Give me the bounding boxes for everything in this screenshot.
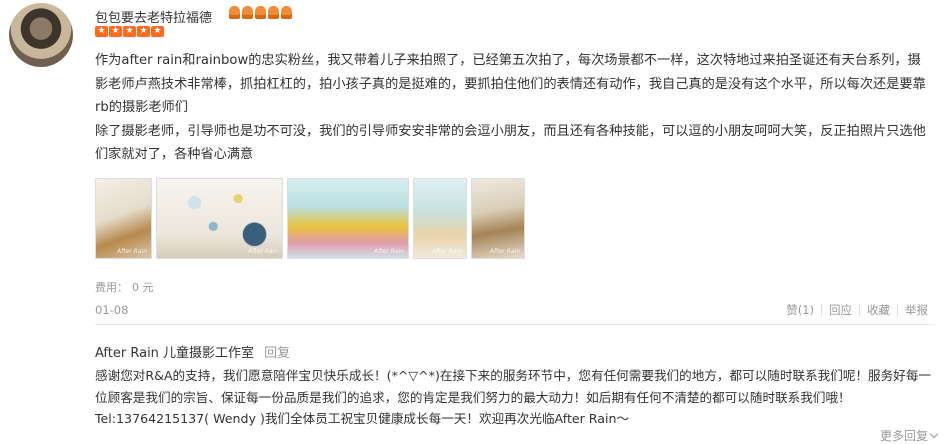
review-username[interactable]: 包包要去老特拉福德 [95,7,212,26]
review-photo-thumbnail[interactable]: After Rain [287,178,409,259]
merchant-name[interactable]: After Rain 儿童摄影工作室 [95,346,254,361]
review-fee: 费用： 0 元 [95,279,154,295]
more-replies-link[interactable]: 更多回复 [879,427,939,444]
user-level-icons [229,6,292,19]
merchant-reply-header: After Rain 儿童摄影工作室 回复 [95,342,290,361]
star-icon: ★ [123,26,136,37]
star-icon: ★ [137,26,150,37]
photo-watermark: After Rain [117,248,147,255]
level-crown-icon [281,6,292,19]
star-icon: ★ [151,26,164,37]
level-crown-icon [255,6,266,19]
review-photo-thumbnail[interactable]: After Rain [156,178,283,259]
favorite-button[interactable]: 收藏 [860,302,897,318]
photo-watermark: After Rain [248,248,278,255]
like-button[interactable]: 赞(1) [779,302,821,318]
star-icon: ★ [109,26,122,37]
reply-divider [95,324,935,325]
report-button[interactable]: 举报 [898,302,935,318]
more-replies-label: 更多回复 [879,429,928,443]
review-photo-thumbnail[interactable]: After Rain [471,178,525,259]
level-crown-icon [268,6,279,19]
review-photo-thumbnail[interactable]: After Rain [95,178,152,259]
photo-watermark: After Rain [490,248,520,255]
user-avatar[interactable] [9,3,73,67]
level-crown-icon [242,6,253,19]
fee-value: 0 元 [132,281,154,294]
reply-button[interactable]: 回应 [822,302,859,318]
merchant-reply-button[interactable]: 回复 [264,346,290,361]
photo-watermark: After Rain [374,248,404,255]
star-icon: ★ [95,26,108,37]
photo-watermark: After Rain [432,248,462,255]
level-crown-icon [229,6,240,19]
merchant-reply-body: 感谢您对R&A的支持，我们愿意陪伴宝贝快乐成长！(*^▽^*)在接下来的服务环节… [95,368,932,426]
review-photo-thumbnail[interactable]: After Rain [413,178,467,259]
rating-stars: ★ ★ ★ ★ ★ [95,26,164,37]
chevron-down-icon [929,429,939,438]
fee-label: 费用： [95,281,128,294]
review-date: 01-08 [95,303,129,317]
review-photo-strip: After Rain After Rain After Rain After R… [95,178,525,259]
review-actions: 赞(1) 回应 收藏 举报 [779,302,935,318]
review-body: 作为after rain和rainbow的忠实粉丝，我又带着儿子来拍照了，已经第… [95,53,926,162]
